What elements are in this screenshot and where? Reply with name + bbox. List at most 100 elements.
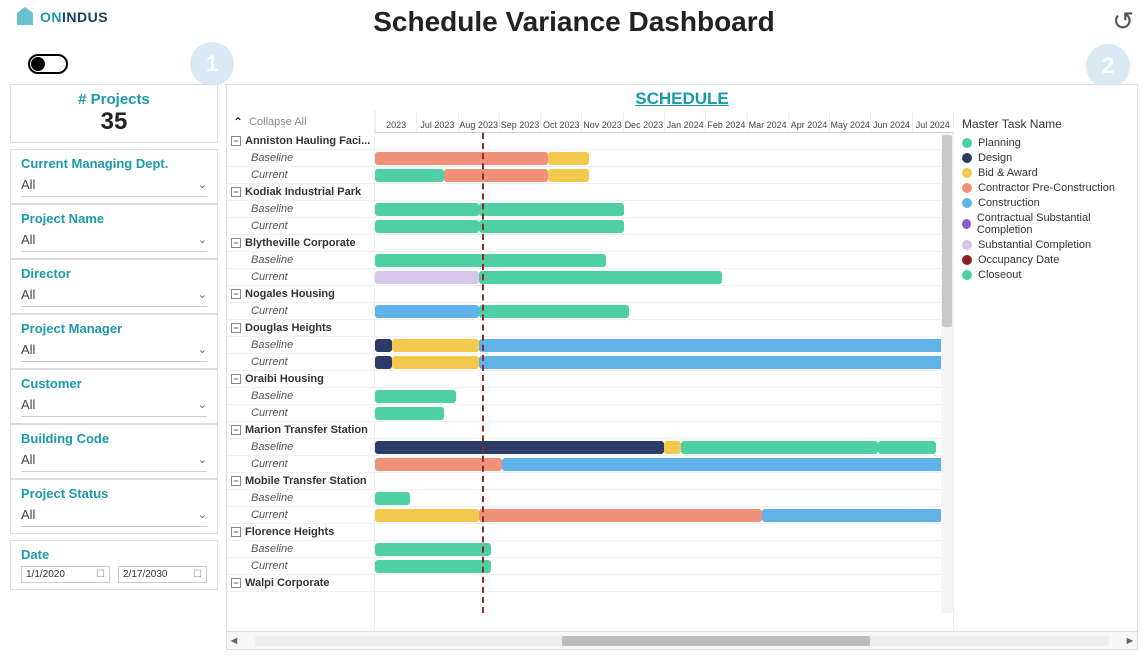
gantt-bar[interactable]	[375, 152, 548, 165]
gantt-bar[interactable]	[375, 254, 606, 267]
collapse-icon[interactable]: −	[231, 476, 241, 486]
scenario-row-label: Current	[227, 558, 374, 575]
gantt-bar[interactable]	[375, 305, 479, 318]
gantt-bar[interactable]	[548, 152, 588, 165]
vertical-scroll-thumb[interactable]	[942, 135, 952, 327]
legend-item[interactable]: Contractor Pre-Construction	[962, 182, 1129, 194]
collapse-icon[interactable]: −	[231, 578, 241, 588]
chevron-down-icon: ⌄	[198, 288, 207, 301]
filter-value: All	[21, 452, 35, 467]
legend-item[interactable]: Bid & Award	[962, 167, 1129, 179]
gantt-bar[interactable]	[479, 356, 953, 369]
legend-item[interactable]: Design	[962, 152, 1129, 164]
project-header-row[interactable]: −Florence Heights	[227, 524, 374, 541]
collapse-icon[interactable]: −	[231, 187, 241, 197]
filter-select[interactable]: All ⌄	[21, 395, 207, 417]
filter-select[interactable]: All ⌄	[21, 340, 207, 362]
gantt-area[interactable]: 2023Jul 2023Aug 2023Sep 2023Oct 2023Nov …	[375, 111, 953, 631]
project-header-row[interactable]: −Walpi Corporate	[227, 575, 374, 592]
gantt-bar[interactable]	[664, 441, 681, 454]
legend-label: Bid & Award	[978, 167, 1038, 179]
horizontal-scrollbar[interactable]: ◄ ►	[227, 631, 1137, 649]
project-header-row[interactable]: −Nogales Housing	[227, 286, 374, 303]
gantt-bar[interactable]	[375, 390, 456, 403]
filter-card: Project Status All ⌄	[10, 479, 218, 534]
gantt-bar[interactable]	[392, 339, 479, 352]
gantt-bar[interactable]	[375, 509, 479, 522]
legend-item[interactable]: Closeout	[962, 269, 1129, 281]
gantt-bar[interactable]	[878, 441, 936, 454]
logo-text: ONINDUS	[40, 9, 108, 25]
theme-toggle[interactable]	[28, 54, 68, 74]
gantt-bar[interactable]	[548, 169, 588, 182]
legend-item[interactable]: Contractual Substantial Completion	[962, 212, 1129, 236]
gantt-bar[interactable]	[479, 271, 722, 284]
date-from-input[interactable]: 1/1/2020 ☐	[21, 566, 110, 583]
project-header-row[interactable]: −Kodiak Industrial Park	[227, 184, 374, 201]
project-header-row[interactable]: −Oraibi Housing	[227, 371, 374, 388]
gantt-bar[interactable]	[375, 560, 491, 573]
collapse-all-button[interactable]: ⌃ Collapse All	[227, 111, 374, 133]
collapse-icon[interactable]: −	[231, 289, 241, 299]
collapse-icon[interactable]: −	[231, 136, 241, 146]
filter-date-label: Date	[21, 547, 207, 562]
scroll-left-icon[interactable]: ◄	[227, 635, 241, 647]
timeline-tick: Sep 2023	[499, 111, 540, 132]
gantt-bar[interactable]	[392, 356, 479, 369]
scroll-right-icon[interactable]: ►	[1123, 635, 1137, 647]
legend-item[interactable]: Substantial Completion	[962, 239, 1129, 251]
legend-swatch	[962, 153, 972, 163]
projects-count-value: 35	[21, 108, 207, 136]
scenario-row-label: Current	[227, 354, 374, 371]
gantt-bar[interactable]	[375, 441, 664, 454]
gantt-bar[interactable]	[375, 203, 479, 216]
collapse-icon[interactable]: −	[231, 374, 241, 384]
project-header-row[interactable]: −Blytheville Corporate	[227, 235, 374, 252]
collapse-icon[interactable]: −	[231, 238, 241, 248]
gantt-bar[interactable]	[479, 509, 762, 522]
gantt-bar[interactable]	[375, 407, 444, 420]
legend-item[interactable]: Construction	[962, 197, 1129, 209]
gantt-bar[interactable]	[375, 220, 479, 233]
scroll-track[interactable]	[255, 636, 1109, 646]
chart-title: SCHEDULE	[227, 85, 1137, 111]
project-header-row[interactable]: −Anniston Hauling Faci...	[227, 133, 374, 150]
project-header-row[interactable]: −Douglas Heights	[227, 320, 374, 337]
gantt-bar[interactable]	[479, 339, 953, 352]
gantt-bar[interactable]	[681, 441, 878, 454]
calendar-icon: ☐	[193, 569, 202, 580]
back-icon[interactable]: ↺	[1112, 6, 1134, 37]
filter-select[interactable]: All ⌄	[21, 285, 207, 307]
filter-card: Director All ⌄	[10, 259, 218, 314]
gantt-bar[interactable]	[375, 543, 491, 556]
collapse-icon[interactable]: −	[231, 527, 241, 537]
gantt-row	[375, 184, 953, 201]
filter-select[interactable]: All ⌄	[21, 505, 207, 527]
filter-value: All	[21, 177, 35, 192]
legend-title: Master Task Name	[962, 117, 1129, 131]
gantt-bar[interactable]	[375, 356, 392, 369]
gantt-bar[interactable]	[375, 169, 444, 182]
horizontal-scroll-thumb[interactable]	[562, 636, 869, 646]
filter-select[interactable]: All ⌄	[21, 175, 207, 197]
collapse-icon[interactable]: −	[231, 425, 241, 435]
vertical-scrollbar[interactable]	[941, 133, 953, 613]
gantt-bar[interactable]	[479, 305, 629, 318]
gantt-bar[interactable]	[479, 203, 624, 216]
gantt-bar[interactable]	[762, 509, 953, 522]
gantt-bar[interactable]	[502, 458, 953, 471]
legend-item[interactable]: Planning	[962, 137, 1129, 149]
project-header-row[interactable]: −Mobile Transfer Station	[227, 473, 374, 490]
collapse-icon[interactable]: −	[231, 323, 241, 333]
chevron-down-icon: ⌄	[198, 508, 207, 521]
gantt-bar[interactable]	[375, 339, 392, 352]
gantt-bar[interactable]	[444, 169, 548, 182]
project-header-row[interactable]: −Marion Transfer Station	[227, 422, 374, 439]
gantt-bar[interactable]	[375, 271, 479, 284]
filter-select[interactable]: All ⌄	[21, 230, 207, 252]
gantt-bar[interactable]	[479, 220, 624, 233]
date-to-input[interactable]: 2/17/2030 ☐	[118, 566, 207, 583]
filter-select[interactable]: All ⌄	[21, 450, 207, 472]
legend-item[interactable]: Occupancy Date	[962, 254, 1129, 266]
gantt-bar[interactable]	[375, 492, 410, 505]
